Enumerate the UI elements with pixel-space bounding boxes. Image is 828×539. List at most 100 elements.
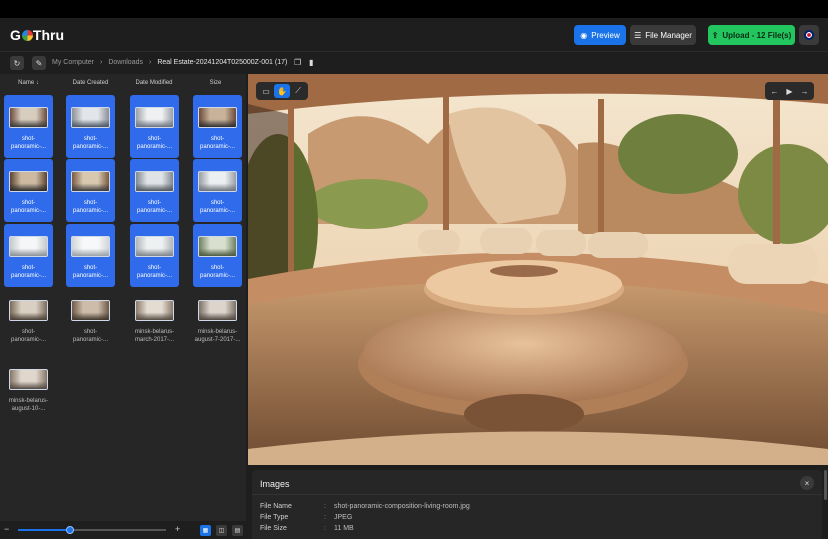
logo-globe-icon xyxy=(21,29,33,41)
column-header-size[interactable]: Size xyxy=(191,80,240,86)
file-name-line-1: minsk-belarus- xyxy=(8,398,49,404)
file-tile[interactable]: shot-panoramic-... xyxy=(130,95,179,158)
gothru-logo[interactable]: G Thru xyxy=(10,27,64,43)
file-name-line-1: shot- xyxy=(21,200,36,206)
column-header-date-created[interactable]: Date Created xyxy=(66,80,115,86)
breadcrumb-downloads[interactable]: Downloads xyxy=(108,59,143,66)
logo-text: Thru xyxy=(32,27,64,43)
crop-tool-icon: ⟋ xyxy=(295,86,301,95)
pencil-icon: ✎ xyxy=(35,58,43,68)
file-tile[interactable]: shot-panoramic-... xyxy=(193,224,242,287)
file-name-line-2: panoramic-... xyxy=(199,273,235,279)
file-thumbnail xyxy=(198,171,237,192)
info-value: JPEG xyxy=(334,514,353,521)
info-scrollbar[interactable] xyxy=(824,470,827,500)
file-tile[interactable]: shot-panoramic-... xyxy=(66,288,115,351)
file-tile[interactable]: shot-panoramic-... xyxy=(130,224,179,287)
file-thumbnail xyxy=(198,236,237,257)
bookmark-icon[interactable]: ▮ xyxy=(309,58,313,67)
hand-tool-button[interactable]: ✋ xyxy=(274,84,290,98)
info-divider xyxy=(252,494,822,495)
zoom-out-button[interactable]: − xyxy=(4,524,9,534)
file-tile[interactable]: shot-panoramic-... xyxy=(4,95,53,158)
file-tile[interactable]: shot-panoramic-... xyxy=(66,159,115,222)
file-tile[interactable]: shot-panoramic-... xyxy=(4,159,53,222)
image-tool-icon: ▭ xyxy=(262,86,270,96)
info-key: File Type xyxy=(260,514,289,521)
file-name-line-2: march-2017-... xyxy=(134,337,174,343)
file-tile[interactable]: shot-panoramic-... xyxy=(66,95,115,158)
file-thumbnail xyxy=(9,369,48,390)
file-name: shot-panoramic-... xyxy=(193,199,242,215)
hand-tool-icon: ✋ xyxy=(277,86,287,96)
prev-button[interactable]: ← xyxy=(767,84,782,98)
file-name: minsk-belarus-march-2017-... xyxy=(130,328,179,344)
file-name-line-2: panoramic-... xyxy=(72,337,108,343)
column-header-date-modified[interactable]: Date Modified xyxy=(128,80,180,86)
file-name-line-2: panoramic-... xyxy=(10,273,46,279)
file-name: shot-panoramic-... xyxy=(193,135,242,151)
split-view-button[interactable]: ◫ xyxy=(216,525,227,536)
grid-view-button[interactable]: ▦ xyxy=(200,525,211,536)
thumbnail-floor xyxy=(136,172,173,191)
language-button[interactable] xyxy=(799,25,819,45)
zoom-slider[interactable] xyxy=(18,526,166,534)
file-thumbnail xyxy=(9,107,48,128)
file-tile[interactable]: shot-panoramic-... xyxy=(66,224,115,287)
column-header-name[interactable]: Name ↓ xyxy=(4,80,53,86)
panorama-viewer[interactable] xyxy=(248,74,828,465)
file-name-line-1: shot- xyxy=(210,265,225,271)
file-tile[interactable]: minsk-belarus-august-10-... xyxy=(4,357,53,420)
file-tile[interactable]: minsk-belarus-march-2017-... xyxy=(130,288,179,351)
file-thumbnail xyxy=(71,300,110,321)
file-name-line-1: shot- xyxy=(83,200,98,206)
viewer-navigation: ← ▶ → xyxy=(765,82,814,100)
zoom-slider-fill xyxy=(18,529,70,531)
file-manager-button[interactable]: ☰ File Manager xyxy=(630,25,696,45)
info-key: File Size xyxy=(260,525,287,532)
thumbnail-floor xyxy=(72,172,109,191)
file-name-line-1: shot- xyxy=(83,265,98,271)
play-icon: ▶ xyxy=(786,86,793,96)
file-tile[interactable]: shot-panoramic-... xyxy=(130,159,179,222)
file-name-line-2: panoramic-... xyxy=(10,208,46,214)
next-icon: → xyxy=(800,86,809,96)
thumbnail-floor xyxy=(136,301,173,320)
thumbnail-floor xyxy=(10,301,47,320)
info-value: 11 MB xyxy=(334,525,354,532)
file-thumbnail xyxy=(135,107,174,128)
play-button[interactable]: ▶ xyxy=(782,84,797,98)
crop-tool-button[interactable]: ⟋ xyxy=(290,84,306,98)
breadcrumb: My Computer › Downloads › Real Estate-20… xyxy=(52,59,287,66)
refresh-button[interactable]: ↻ xyxy=(10,56,24,70)
copy-icon[interactable]: ❐ xyxy=(294,58,301,67)
upload-button[interactable]: ⇪ Upload - 12 File(s) xyxy=(708,25,795,45)
file-name: shot-panoramic-... xyxy=(4,199,53,215)
thumbnail-floor xyxy=(72,108,109,127)
preview-button[interactable]: ◉ Preview xyxy=(574,25,626,45)
list-view-button[interactable]: ▤ xyxy=(232,525,243,536)
file-thumbnail xyxy=(198,107,237,128)
file-thumbnail xyxy=(9,236,48,257)
file-tile[interactable]: shot-panoramic-... xyxy=(4,288,53,351)
zoom-in-button[interactable]: + xyxy=(175,524,180,534)
breadcrumb-current-folder[interactable]: Real Estate-20241204T025000Z-001 (17) xyxy=(157,59,287,66)
file-name-line-2: panoramic-... xyxy=(10,144,46,150)
file-tile[interactable]: shot-panoramic-... xyxy=(193,159,242,222)
file-tile[interactable]: minsk-belarus-august-7-2017-... xyxy=(193,288,242,351)
file-tile[interactable]: shot-panoramic-... xyxy=(193,95,242,158)
file-manager-label: File Manager xyxy=(645,30,692,40)
file-tile[interactable]: shot-panoramic-... xyxy=(4,224,53,287)
next-button[interactable]: → xyxy=(797,84,812,98)
close-icon: × xyxy=(804,478,810,488)
file-thumbnail xyxy=(71,107,110,128)
file-thumbnail xyxy=(71,171,110,192)
info-close-button[interactable]: × xyxy=(800,476,814,490)
breadcrumb-my-computer[interactable]: My Computer xyxy=(52,59,94,66)
panorama-image xyxy=(248,74,828,465)
image-tool-button[interactable]: ▭ xyxy=(258,84,274,98)
edit-button[interactable]: ✎ xyxy=(32,56,46,70)
file-thumbnail xyxy=(135,300,174,321)
flag-uk-icon xyxy=(804,30,814,40)
zoom-slider-knob[interactable] xyxy=(65,526,74,534)
